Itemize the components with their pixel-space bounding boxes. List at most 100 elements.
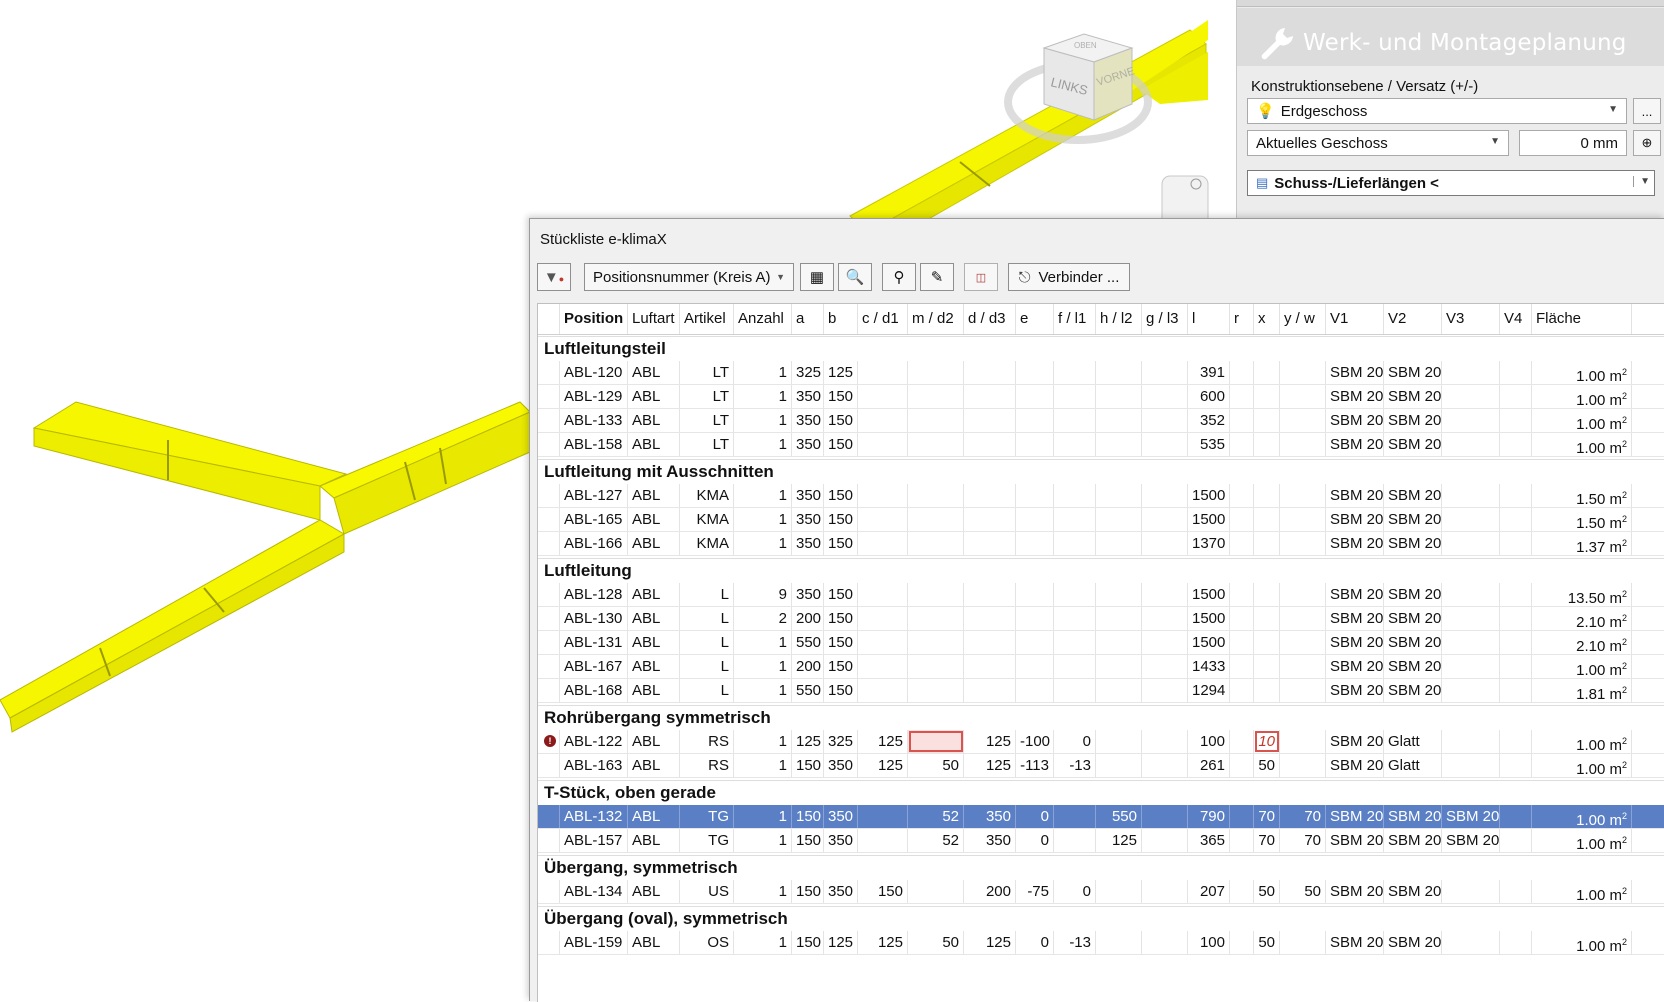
cell-v1[interactable]: SBM 20 xyxy=(1326,805,1384,828)
cell-l[interactable]: 207 xyxy=(1188,880,1230,903)
sort-select[interactable]: Positionsnummer (Kreis A) ▼ xyxy=(584,263,794,291)
cell-position[interactable]: ABL-134 xyxy=(560,880,628,903)
cell-v1[interactable]: SBM 20 xyxy=(1326,361,1384,384)
cell-l[interactable]: 1370 xyxy=(1188,532,1230,555)
cell-h-l2[interactable] xyxy=(1096,532,1142,555)
cell-position[interactable]: ABL-165 xyxy=(560,508,628,531)
cell-m-d2[interactable] xyxy=(908,730,964,753)
cell-status[interactable] xyxy=(538,631,560,654)
cell-b[interactable]: 150 xyxy=(824,631,858,654)
cell-g-l3[interactable] xyxy=(1142,508,1188,531)
cell-l[interactable]: 1500 xyxy=(1188,484,1230,507)
cell-anzahl[interactable]: 1 xyxy=(734,754,792,777)
column-header-flaeche[interactable]: Fläche xyxy=(1532,304,1632,334)
cell-b[interactable]: 150 xyxy=(824,508,858,531)
cell-x[interactable] xyxy=(1254,583,1280,606)
cell-artikel[interactable]: KMA xyxy=(680,532,734,555)
column-header-e[interactable]: e xyxy=(1016,304,1054,334)
cell-v4[interactable] xyxy=(1500,508,1532,531)
cell-l[interactable]: 365 xyxy=(1188,829,1230,852)
cell-anzahl[interactable]: 1 xyxy=(734,730,792,753)
cell-v2[interactable]: Glatt xyxy=(1384,730,1442,753)
cell-v3[interactable] xyxy=(1442,679,1500,702)
cell-y-w[interactable]: 50 xyxy=(1280,880,1326,903)
group-header[interactable]: Luftleitungsteil xyxy=(538,336,1664,360)
cell-g-l3[interactable] xyxy=(1142,433,1188,456)
cell-g-l3[interactable] xyxy=(1142,679,1188,702)
cell-l[interactable]: 1500 xyxy=(1188,607,1230,630)
cell-a[interactable]: 125 xyxy=(792,730,824,753)
cell-a[interactable]: 550 xyxy=(792,631,824,654)
cell-y-w[interactable]: 70 xyxy=(1280,805,1326,828)
cell-c-d1[interactable] xyxy=(858,361,908,384)
cell-m-d2[interactable] xyxy=(908,607,964,630)
cell-e[interactable] xyxy=(1016,583,1054,606)
cell-f-l1[interactable] xyxy=(1054,655,1096,678)
cell-v1[interactable]: SBM 20 xyxy=(1326,655,1384,678)
table-row[interactable]: ABL-165 ABL KMA 1 350 150 1500 SBM 20 SBM 20 1.50… xyxy=(538,508,1664,532)
column-header-d-d3[interactable]: d / d3 xyxy=(964,304,1016,334)
parts-table[interactable]: Position Luftart Artikel Anzahl a b c / d1 m / … xyxy=(537,303,1664,1002)
cell-v1[interactable]: SBM 20 xyxy=(1326,433,1384,456)
cell-a[interactable]: 150 xyxy=(792,829,824,852)
cell-x[interactable] xyxy=(1254,532,1280,555)
cell-artikel[interactable]: L xyxy=(680,679,734,702)
cell-v1[interactable]: SBM 20 xyxy=(1326,631,1384,654)
column-header-v2[interactable]: V2 xyxy=(1384,304,1442,334)
cell-m-d2[interactable] xyxy=(908,679,964,702)
cell-l[interactable]: 100 xyxy=(1188,931,1230,954)
cell-c-d1[interactable] xyxy=(858,484,908,507)
cell-luftart[interactable]: ABL xyxy=(628,484,680,507)
cell-v1[interactable]: SBM 20 xyxy=(1326,385,1384,408)
cell-d-d3[interactable] xyxy=(964,385,1016,408)
cell-d-d3[interactable] xyxy=(964,583,1016,606)
cell-e[interactable] xyxy=(1016,409,1054,432)
cell-anzahl[interactable]: 1 xyxy=(734,361,792,384)
cell-g-l3[interactable] xyxy=(1142,754,1188,777)
cell-y-w[interactable] xyxy=(1280,679,1326,702)
cell-v4[interactable] xyxy=(1500,409,1532,432)
cell-v4[interactable] xyxy=(1500,433,1532,456)
cell-v3[interactable] xyxy=(1442,385,1500,408)
cell-luftart[interactable]: ABL xyxy=(628,805,680,828)
group-header[interactable]: Rohrübergang symmetrisch xyxy=(538,705,1664,729)
cell-m-d2[interactable] xyxy=(908,508,964,531)
table-row[interactable]: ABL-132 ABL TG 1 150 350 52 350 0 550 790 70 70 SBM 2… xyxy=(538,805,1664,829)
cell-h-l2[interactable] xyxy=(1096,631,1142,654)
cell-b[interactable]: 325 xyxy=(824,730,858,753)
cell-c-d1[interactable]: 125 xyxy=(858,730,908,753)
cell-h-l2[interactable] xyxy=(1096,433,1142,456)
cell-b[interactable]: 150 xyxy=(824,484,858,507)
cell-v3[interactable] xyxy=(1442,508,1500,531)
cell-flaeche[interactable]: 1.00 m2 xyxy=(1532,433,1632,456)
cell-position[interactable]: ABL-129 xyxy=(560,385,628,408)
cell-luftart[interactable]: ABL xyxy=(628,583,680,606)
cell-l[interactable]: 391 xyxy=(1188,361,1230,384)
cell-artikel[interactable]: L xyxy=(680,607,734,630)
cell-v2[interactable]: SBM 20 xyxy=(1384,583,1442,606)
cell-v2[interactable]: SBM 20 xyxy=(1384,805,1442,828)
cell-luftart[interactable]: ABL xyxy=(628,433,680,456)
cell-flaeche[interactable]: 1.00 m2 xyxy=(1532,655,1632,678)
cell-a[interactable]: 200 xyxy=(792,607,824,630)
cell-luftart[interactable]: ABL xyxy=(628,385,680,408)
cell-v3[interactable] xyxy=(1442,730,1500,753)
cell-x[interactable]: 70 xyxy=(1254,805,1280,828)
cell-x[interactable] xyxy=(1254,433,1280,456)
cell-f-l1[interactable] xyxy=(1054,805,1096,828)
cell-position[interactable]: ABL-163 xyxy=(560,754,628,777)
table-row[interactable]: ABL-166 ABL KMA 1 350 150 1370 SBM 20 SBM 20 1.37… xyxy=(538,532,1664,556)
level-more-button[interactable]: ... xyxy=(1633,98,1661,124)
cell-b[interactable]: 150 xyxy=(824,607,858,630)
cell-c-d1[interactable] xyxy=(858,655,908,678)
cell-luftart[interactable]: ABL xyxy=(628,730,680,753)
cell-v3[interactable] xyxy=(1442,532,1500,555)
table-row[interactable]: ABL-133 ABL LT 1 350 150 352 SBM 20 SBM 20 1.00 m… xyxy=(538,409,1664,433)
cell-m-d2[interactable] xyxy=(908,631,964,654)
cell-x[interactable]: 70 xyxy=(1254,829,1280,852)
cell-position[interactable]: ABL-159 xyxy=(560,931,628,954)
cell-m-d2[interactable] xyxy=(908,655,964,678)
cell-v4[interactable] xyxy=(1500,484,1532,507)
cell-b[interactable]: 350 xyxy=(824,829,858,852)
cell-f-l1[interactable] xyxy=(1054,679,1096,702)
